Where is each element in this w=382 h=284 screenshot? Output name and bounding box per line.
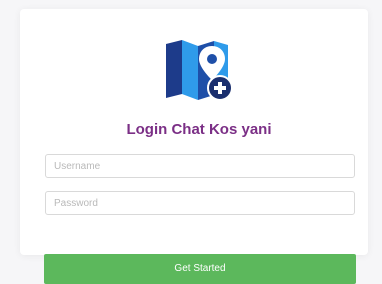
page-title: Login Chat Kos yani <box>126 121 272 138</box>
get-started-button[interactable]: Get Started <box>44 254 356 284</box>
map-pin-plus-icon <box>166 40 233 101</box>
password-field[interactable] <box>45 191 355 215</box>
username-field[interactable] <box>45 154 355 178</box>
login-page: Login Chat Kos yani Get Started <box>0 0 382 284</box>
